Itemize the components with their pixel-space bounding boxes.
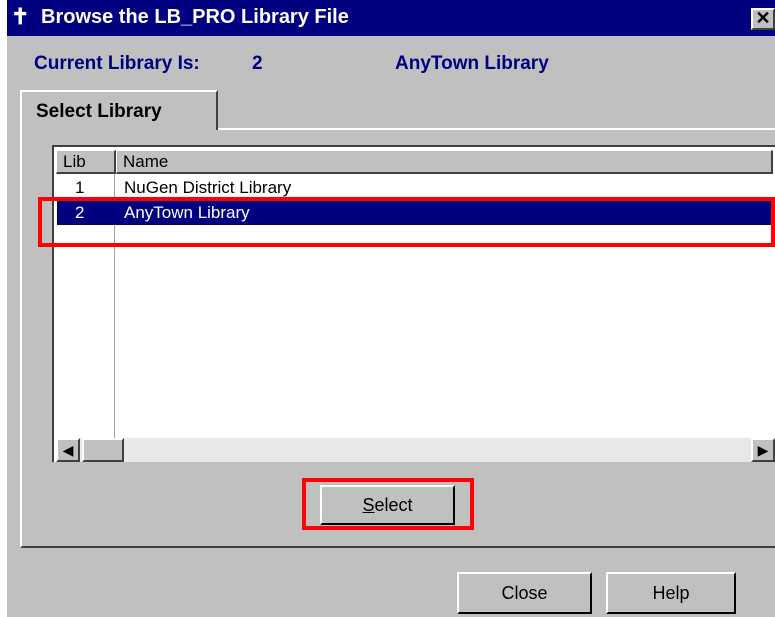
tab-select-library[interactable]: Select Library: [20, 90, 218, 130]
row-name: NuGen District Library: [124, 178, 292, 197]
current-library-label: Current Library Is:: [34, 53, 200, 74]
column-header-lib[interactable]: Lib: [56, 150, 116, 174]
horizontal-scrollbar[interactable]: ◀ ▶: [56, 438, 775, 462]
row-name: AnyTown Library: [124, 203, 250, 222]
select-accelerator: S: [362, 495, 375, 515]
select-button[interactable]: Select: [320, 485, 455, 525]
app-icon: ✝: [11, 4, 30, 29]
library-list[interactable]: Lib Name 1 NuGen District Library 2 AnyT…: [52, 145, 775, 462]
list-item-selected[interactable]: 2 AnyTown Library: [56, 200, 775, 226]
select-label: elect: [374, 495, 413, 515]
help-button[interactable]: Help: [606, 572, 736, 614]
current-library-name: AnyTown Library: [395, 53, 549, 74]
column-header-name[interactable]: Name: [116, 150, 773, 174]
close-window-button[interactable]: ✕: [751, 8, 775, 30]
scroll-thumb[interactable]: [82, 438, 124, 462]
arrow-left-icon: ◀: [62, 442, 74, 458]
list-item[interactable]: 1 NuGen District Library: [57, 176, 775, 200]
close-icon: ✕: [755, 8, 771, 28]
current-library-number: 2: [252, 53, 263, 74]
close-button[interactable]: Close: [457, 572, 592, 614]
row-lib: 2: [75, 203, 85, 222]
scroll-right-button[interactable]: ▶: [751, 438, 775, 462]
scroll-left-button[interactable]: ◀: [56, 438, 80, 462]
arrow-right-icon: ▶: [757, 442, 769, 458]
title-bar[interactable]: ✝ Browse the LB_PRO Library File ✕: [7, 0, 775, 36]
window-title: Browse the LB_PRO Library File: [41, 6, 349, 28]
row-lib: 1: [75, 178, 85, 197]
